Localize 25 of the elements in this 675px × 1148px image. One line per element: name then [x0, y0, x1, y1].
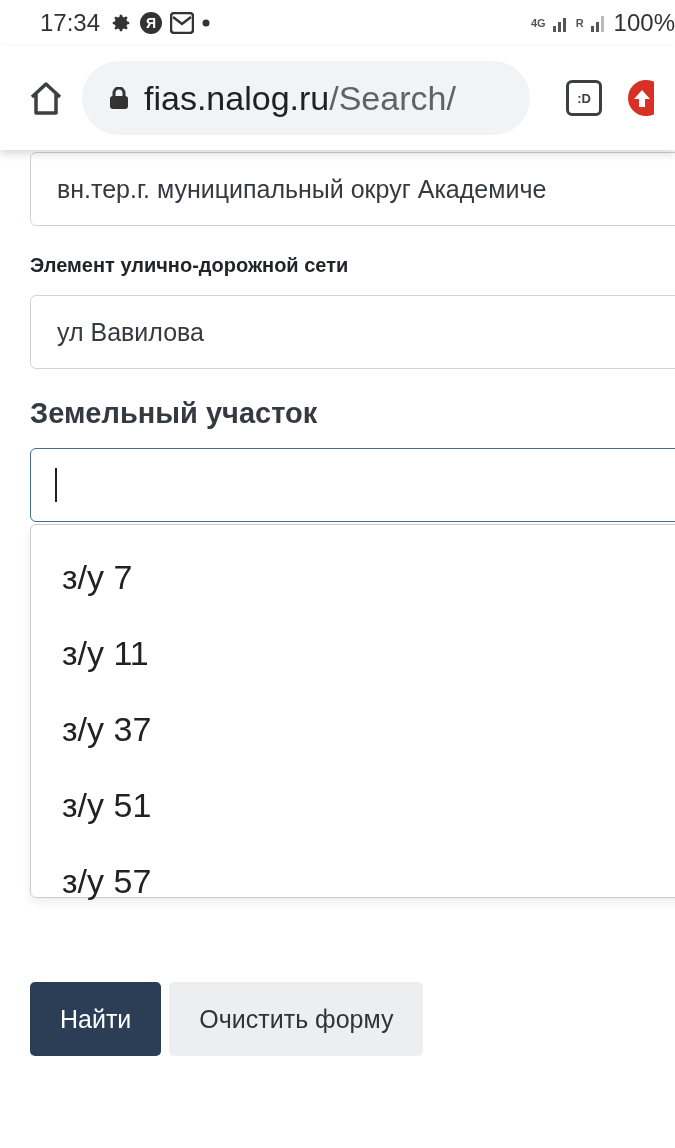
lock-icon — [110, 87, 128, 109]
input-field[interactable]: ул Вавилова — [30, 295, 675, 369]
mail-icon — [170, 12, 195, 34]
upload-icon[interactable] — [628, 80, 654, 116]
dropdown-option[interactable]: з/у 57 — [31, 843, 675, 919]
clock: 17:34 — [40, 9, 101, 37]
dropdown-option[interactable]: з/у 11 — [31, 615, 675, 691]
dropdown-option[interactable]: з/у 51 — [31, 767, 675, 843]
tab-switcher-button[interactable]: :D — [566, 80, 602, 116]
field-label: Элемент улично-дорожной сети — [30, 254, 349, 277]
home-icon[interactable] — [28, 81, 64, 115]
input-field[interactable] — [30, 448, 675, 522]
clear-button[interactable]: Очистить форму — [169, 982, 424, 1056]
battery-level: 100% — [613, 9, 675, 37]
dropdown-option[interactable]: з/у 7 — [31, 539, 675, 615]
address-bar[interactable]: fias.nalog.ru/Search/ — [82, 61, 530, 135]
notification-icon: Я — [140, 12, 163, 34]
network-label: 4G — [530, 17, 546, 29]
dropdown-option[interactable]: з/у 37 — [31, 691, 675, 767]
section-heading: Земельный участок — [30, 397, 318, 430]
url-text: fias.nalog.ru/Search/ — [144, 78, 456, 118]
input-field[interactable]: вн.тер.г. муниципальный округ Академиче — [30, 152, 675, 226]
roaming-label: R — [575, 17, 584, 29]
dot-icon — [202, 19, 211, 27]
search-button[interactable]: Найти — [30, 982, 162, 1056]
